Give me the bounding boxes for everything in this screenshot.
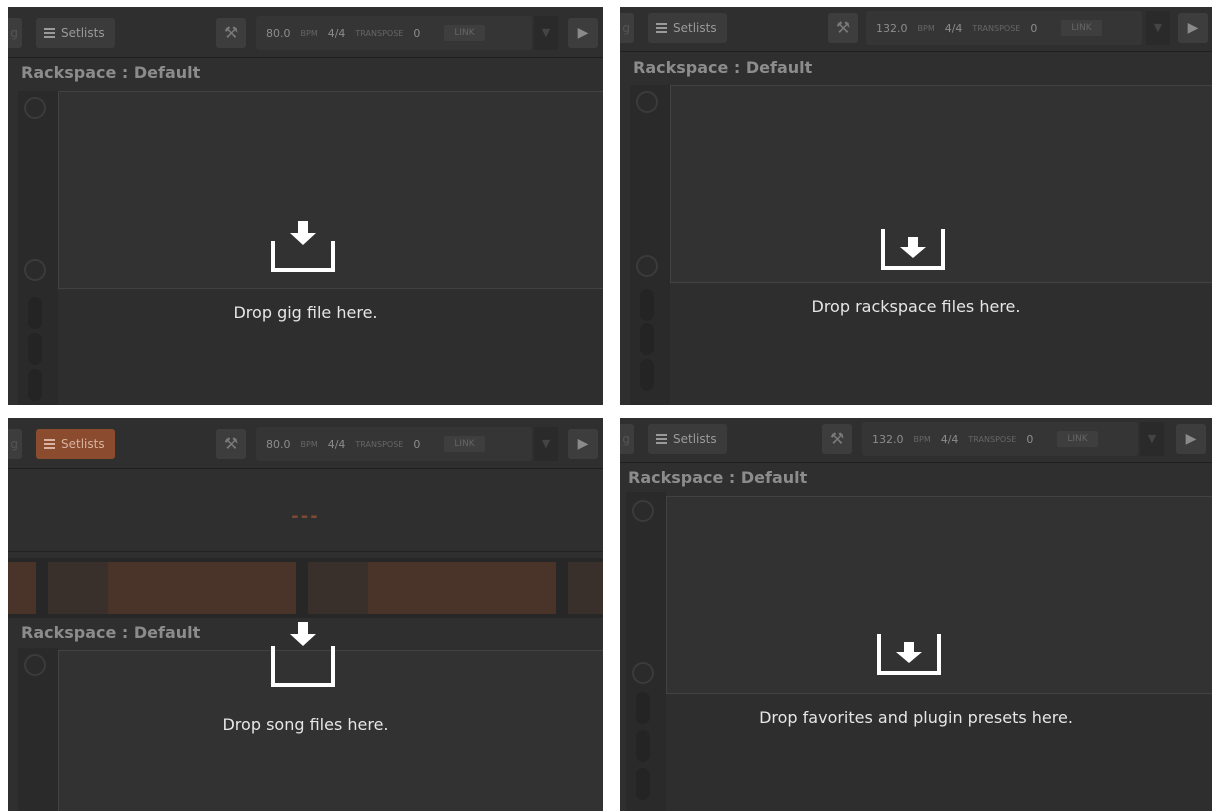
knob[interactable]: [636, 91, 658, 113]
song-part[interactable]: [568, 562, 603, 614]
transpose-value: 0: [1030, 21, 1038, 35]
drop-instruction: Drop song files here.: [222, 715, 389, 734]
setlists-label: Setlists: [61, 26, 105, 40]
knob[interactable]: [24, 97, 46, 119]
download-tray-icon: [271, 622, 335, 687]
wrench-icon[interactable]: ⚒: [216, 18, 246, 48]
rackspace-title: Rackspace : Default: [633, 58, 813, 77]
play-icon[interactable]: ▶: [1178, 13, 1208, 43]
song-part[interactable]: [48, 562, 296, 614]
toolbar: g Setlists ⚒ 132.0 BPM 4/4 TRANSPOSE 0 LIN…: [620, 7, 1212, 52]
chevron-down-icon[interactable]: ▼: [534, 427, 558, 461]
setlists-button[interactable]: Setlists: [36, 18, 115, 48]
favorites-drop-panel[interactable]: g Setlists ⚒ 132.0 BPM 4/4 TRANSPOSE 0 LIN…: [620, 418, 1212, 811]
chevron-down-icon[interactable]: ▼: [1146, 11, 1170, 45]
rackspace-title: Rackspace : Default: [21, 623, 201, 642]
knob[interactable]: [24, 654, 46, 676]
setlists-button[interactable]: Setlists: [36, 429, 115, 459]
setlists-button[interactable]: Setlists: [648, 13, 727, 43]
drop-instruction: Drop rackspace files here.: [811, 297, 1021, 316]
transpose-label: TRANSPOSE: [968, 434, 1017, 444]
drop-instruction: Drop favorites and plugin presets here.: [759, 708, 1073, 727]
list-icon: [656, 434, 667, 444]
song-part[interactable]: [308, 562, 556, 614]
tempo-display[interactable]: 132.0 BPM 4/4 TRANSPOSE 0 LINK: [866, 11, 1142, 45]
bpm-value: 132.0: [872, 432, 904, 446]
bpm-unit: BPM: [300, 28, 318, 38]
link-button[interactable]: LINK: [444, 25, 485, 41]
bpm-unit: BPM: [917, 23, 935, 33]
transpose-value: 0: [413, 437, 421, 451]
tempo-display[interactable]: 80.0 BPM 4/4 TRANSPOSE 0 LINK: [256, 427, 532, 461]
download-tray-icon: [271, 221, 335, 272]
knob[interactable]: [632, 662, 654, 684]
download-tray-icon: [877, 634, 941, 675]
tempo-display[interactable]: 132.0 BPM 4/4 TRANSPOSE 0 LINK: [862, 422, 1138, 456]
slider-handle[interactable]: [640, 359, 654, 391]
setlists-label: Setlists: [673, 21, 717, 35]
knob[interactable]: [24, 259, 46, 281]
time-signature: 4/4: [327, 26, 346, 40]
time-signature: 4/4: [944, 21, 963, 35]
tempo-display[interactable]: 80.0 BPM 4/4 TRANSPOSE 0 LINK: [256, 16, 532, 50]
setlists-button[interactable]: Setlists: [648, 424, 727, 454]
prev-button[interactable]: g: [8, 18, 22, 48]
chevron-down-icon[interactable]: ▼: [1140, 422, 1164, 456]
wrench-icon[interactable]: ⚒: [822, 424, 852, 454]
rackspace-title: Rackspace : Default: [21, 63, 201, 82]
drop-instruction: Drop gig file here.: [233, 303, 378, 322]
transpose-value: 0: [413, 26, 421, 40]
slider-handle[interactable]: [636, 768, 650, 800]
play-icon[interactable]: ▶: [1176, 424, 1206, 454]
knob[interactable]: [636, 255, 658, 277]
bpm-value: 80.0: [266, 437, 291, 451]
transpose-label: TRANSPOSE: [355, 439, 404, 449]
setlists-label: Setlists: [61, 437, 105, 451]
slider-handle[interactable]: [636, 730, 650, 762]
rackspace-drop-panel[interactable]: g Setlists ⚒ 132.0 BPM 4/4 TRANSPOSE 0 LIN…: [620, 7, 1212, 405]
bpm-value: 132.0: [876, 21, 908, 35]
bpm-value: 80.0: [266, 26, 291, 40]
left-strip: [630, 85, 670, 405]
transpose-value: 0: [1026, 432, 1034, 446]
time-signature: 4/4: [327, 437, 346, 451]
slider-handle[interactable]: [28, 333, 42, 365]
transpose-label: TRANSPOSE: [355, 28, 404, 38]
left-strip: [626, 492, 666, 811]
link-button[interactable]: LINK: [1057, 431, 1098, 447]
setlists-label: Setlists: [673, 432, 717, 446]
download-tray-icon: [881, 229, 945, 270]
wrench-icon[interactable]: ⚒: [216, 429, 246, 459]
slider-handle[interactable]: [640, 323, 654, 355]
list-icon: [656, 23, 667, 33]
toolbar: g Setlists ⚒ 132.0 BPM 4/4 TRANSPOSE 0 LIN…: [620, 418, 1212, 463]
prev-button[interactable]: g: [620, 424, 634, 454]
bpm-unit: BPM: [300, 439, 318, 449]
song-parts-bar: [8, 558, 603, 618]
wrench-icon[interactable]: ⚒: [828, 13, 858, 43]
link-button[interactable]: LINK: [444, 436, 485, 452]
song-placeholder: ---: [291, 506, 320, 527]
knob[interactable]: [632, 500, 654, 522]
prev-button[interactable]: g: [620, 13, 634, 43]
time-signature: 4/4: [940, 432, 959, 446]
play-icon[interactable]: ▶: [568, 18, 598, 48]
toolbar: g Setlists ⚒ 80.0 BPM 4/4 TRANSPOSE 0 LINK…: [8, 418, 603, 469]
list-icon: [44, 28, 55, 38]
transpose-label: TRANSPOSE: [972, 23, 1021, 33]
slider-handle[interactable]: [28, 369, 42, 401]
link-button[interactable]: LINK: [1061, 20, 1102, 36]
rackspace-title: Rackspace : Default: [628, 468, 808, 487]
list-icon: [44, 439, 55, 449]
prev-button[interactable]: g: [8, 429, 22, 459]
toolbar: g Setlists ⚒ 80.0 BPM 4/4 TRANSPOSE 0 LINK…: [8, 7, 603, 58]
gig-drop-panel[interactable]: g Setlists ⚒ 80.0 BPM 4/4 TRANSPOSE 0 LINK…: [8, 7, 603, 405]
song-drop-panel[interactable]: g Setlists ⚒ 80.0 BPM 4/4 TRANSPOSE 0 LINK…: [8, 418, 603, 811]
play-icon[interactable]: ▶: [568, 429, 598, 459]
chevron-down-icon[interactable]: ▼: [534, 16, 558, 50]
bpm-unit: BPM: [913, 434, 931, 444]
song-part[interactable]: [8, 562, 36, 614]
